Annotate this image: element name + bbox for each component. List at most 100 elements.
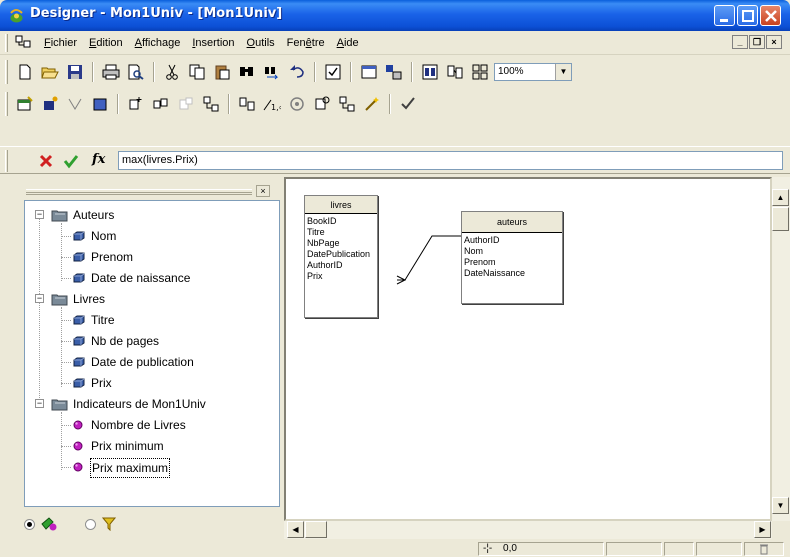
formula-input[interactable]: max(livres.Prix) <box>118 151 783 170</box>
table-field[interactable]: BookID <box>305 216 377 227</box>
detect-loops-button[interactable] <box>311 93 333 115</box>
insert-derived-table-button[interactable] <box>89 93 111 115</box>
tree-class-livres[interactable]: − Livres <box>35 290 275 308</box>
zoom-select[interactable]: 100% ▼ <box>494 63 572 81</box>
arrange-tables-button[interactable] <box>419 61 441 83</box>
insert-alias-button[interactable] <box>39 93 61 115</box>
tree-dimension-nom[interactable]: Nom <box>55 227 275 245</box>
menu-aide[interactable]: Aide <box>331 31 365 55</box>
tree-dimension-nb-pages[interactable]: Nb de pages <box>55 332 275 350</box>
tree-class-indicateurs[interactable]: − Indicateurs de Mon1Univ <box>35 395 275 413</box>
conditions-view-radio[interactable] <box>85 518 96 530</box>
scroll-down-button[interactable]: ▼ <box>772 497 789 514</box>
detect-aliases-button[interactable] <box>336 93 358 115</box>
scroll-thumb[interactable] <box>772 207 789 231</box>
table-field[interactable]: DateNaissance <box>462 268 562 279</box>
tree-class-auteurs[interactable]: − Auteurs <box>35 206 275 224</box>
insert-class-button[interactable] <box>125 93 147 115</box>
universe-tree[interactable]: − Auteurs Nom Prenom Date de naissance −… <box>24 200 280 507</box>
tree-measure-nombre-livres[interactable]: Nombre de Livres <box>55 416 275 434</box>
tree-measure-prix-minimum[interactable]: Prix minimum <box>55 437 275 455</box>
cancel-formula-icon[interactable] <box>38 153 54 169</box>
undo-button[interactable] <box>286 61 308 83</box>
menu-fichier[interactable]: Fichier <box>38 31 83 55</box>
table-field[interactable]: Prenom <box>462 257 562 268</box>
print-preview-button[interactable] <box>125 61 147 83</box>
scroll-right-button[interactable]: ▶ <box>754 521 771 538</box>
toolbar-grip[interactable] <box>5 60 8 84</box>
minimize-button[interactable] <box>714 5 735 26</box>
insert-object-button[interactable] <box>150 93 172 115</box>
cut-button[interactable] <box>161 61 183 83</box>
insert-join-button[interactable] <box>64 93 86 115</box>
table-field[interactable]: Nom <box>462 246 562 257</box>
vertical-scrollbar[interactable]: ▲ ▼ <box>772 177 790 521</box>
validate-formula-icon[interactable] <box>63 153 79 169</box>
cardinality-icon: 1,∞ <box>263 99 281 112</box>
copy-button[interactable] <box>186 61 208 83</box>
new-button[interactable] <box>14 61 36 83</box>
universe-params-button[interactable] <box>358 61 380 83</box>
save-button[interactable] <box>64 61 86 83</box>
detect-contexts-button[interactable] <box>286 93 308 115</box>
open-button[interactable] <box>39 61 61 83</box>
insert-hierarchy-button[interactable] <box>200 93 222 115</box>
tree-dimension-date-publication[interactable]: Date de publication <box>55 353 275 371</box>
close-pane-button[interactable]: × <box>256 185 270 197</box>
fx-icon[interactable]: fx <box>92 152 105 167</box>
doc-minimize-button[interactable]: _ <box>732 35 748 49</box>
menu-edition[interactable]: Edition <box>83 31 129 55</box>
scroll-left-button[interactable]: ◀ <box>287 521 304 538</box>
doc-close-button[interactable]: × <box>766 35 782 49</box>
maximize-button[interactable] <box>737 5 758 26</box>
find-next-button[interactable] <box>261 61 283 83</box>
menu-fenetre[interactable]: Fenêtre <box>281 31 331 55</box>
tree-dimension-prenom[interactable]: Prenom <box>55 248 275 266</box>
table-browser-button[interactable] <box>383 61 405 83</box>
print-button[interactable] <box>100 61 122 83</box>
find-button[interactable] <box>236 61 258 83</box>
quick-design-button[interactable] <box>361 93 383 115</box>
insert-condition-button[interactable] <box>175 93 197 115</box>
menu-affichage[interactable]: Affichage <box>129 31 187 55</box>
close-button[interactable] <box>760 5 781 26</box>
check-integrity-button[interactable] <box>322 61 344 83</box>
collapse-icon[interactable]: − <box>35 210 44 219</box>
title-bar[interactable]: Designer - Mon1Univ - [Mon1Univ] <box>0 0 790 31</box>
table-field[interactable]: Titre <box>305 227 377 238</box>
view-values-button[interactable] <box>469 61 491 83</box>
check-button[interactable] <box>397 93 419 115</box>
menu-insertion[interactable]: Insertion <box>186 31 240 55</box>
insert-table-button[interactable] <box>14 93 36 115</box>
paste-button[interactable] <box>211 61 233 83</box>
detect-joins-button[interactable] <box>444 61 466 83</box>
table-header: livres <box>305 196 377 214</box>
table-field[interactable]: DatePublication <box>305 249 377 260</box>
cardinality-button[interactable]: 1,∞ <box>261 93 283 115</box>
table-livres[interactable]: livres BookID Titre NbPage DatePublicati… <box>304 195 378 318</box>
collapse-icon[interactable]: − <box>35 294 44 303</box>
menu-grip[interactable] <box>5 34 8 52</box>
table-field[interactable]: NbPage <box>305 238 377 249</box>
table-auteurs[interactable]: auteurs AuthorID Nom Prenom DateNaissanc… <box>461 211 563 304</box>
horizontal-scrollbar[interactable]: ◀ ▶ <box>284 521 772 539</box>
scroll-thumb[interactable] <box>305 521 327 538</box>
menu-outils[interactable]: Outils <box>241 31 281 55</box>
collapse-icon[interactable]: − <box>35 399 44 408</box>
detect-cardinality-button[interactable] <box>236 93 258 115</box>
table-field[interactable]: Prix <box>305 271 377 282</box>
tree-dimension-date-naissance[interactable]: Date de naissance <box>55 269 275 287</box>
table-field[interactable]: AuthorID <box>462 235 562 246</box>
toolbar-grip[interactable] <box>5 92 8 116</box>
doc-restore-button[interactable]: ❐ <box>749 35 765 49</box>
pane-grip[interactable] <box>26 189 252 195</box>
formula-grip[interactable] <box>5 150 8 172</box>
tree-measure-prix-maximum[interactable]: Prix maximum <box>55 458 275 478</box>
chevron-down-icon[interactable]: ▼ <box>555 64 571 80</box>
schema-canvas[interactable]: livres BookID Titre NbPage DatePublicati… <box>284 177 772 521</box>
scroll-up-button[interactable]: ▲ <box>772 189 789 206</box>
classes-view-radio[interactable] <box>24 518 35 530</box>
tree-dimension-titre[interactable]: Titre <box>55 311 275 329</box>
table-field[interactable]: AuthorID <box>305 260 377 271</box>
tree-dimension-prix[interactable]: Prix <box>55 374 275 392</box>
